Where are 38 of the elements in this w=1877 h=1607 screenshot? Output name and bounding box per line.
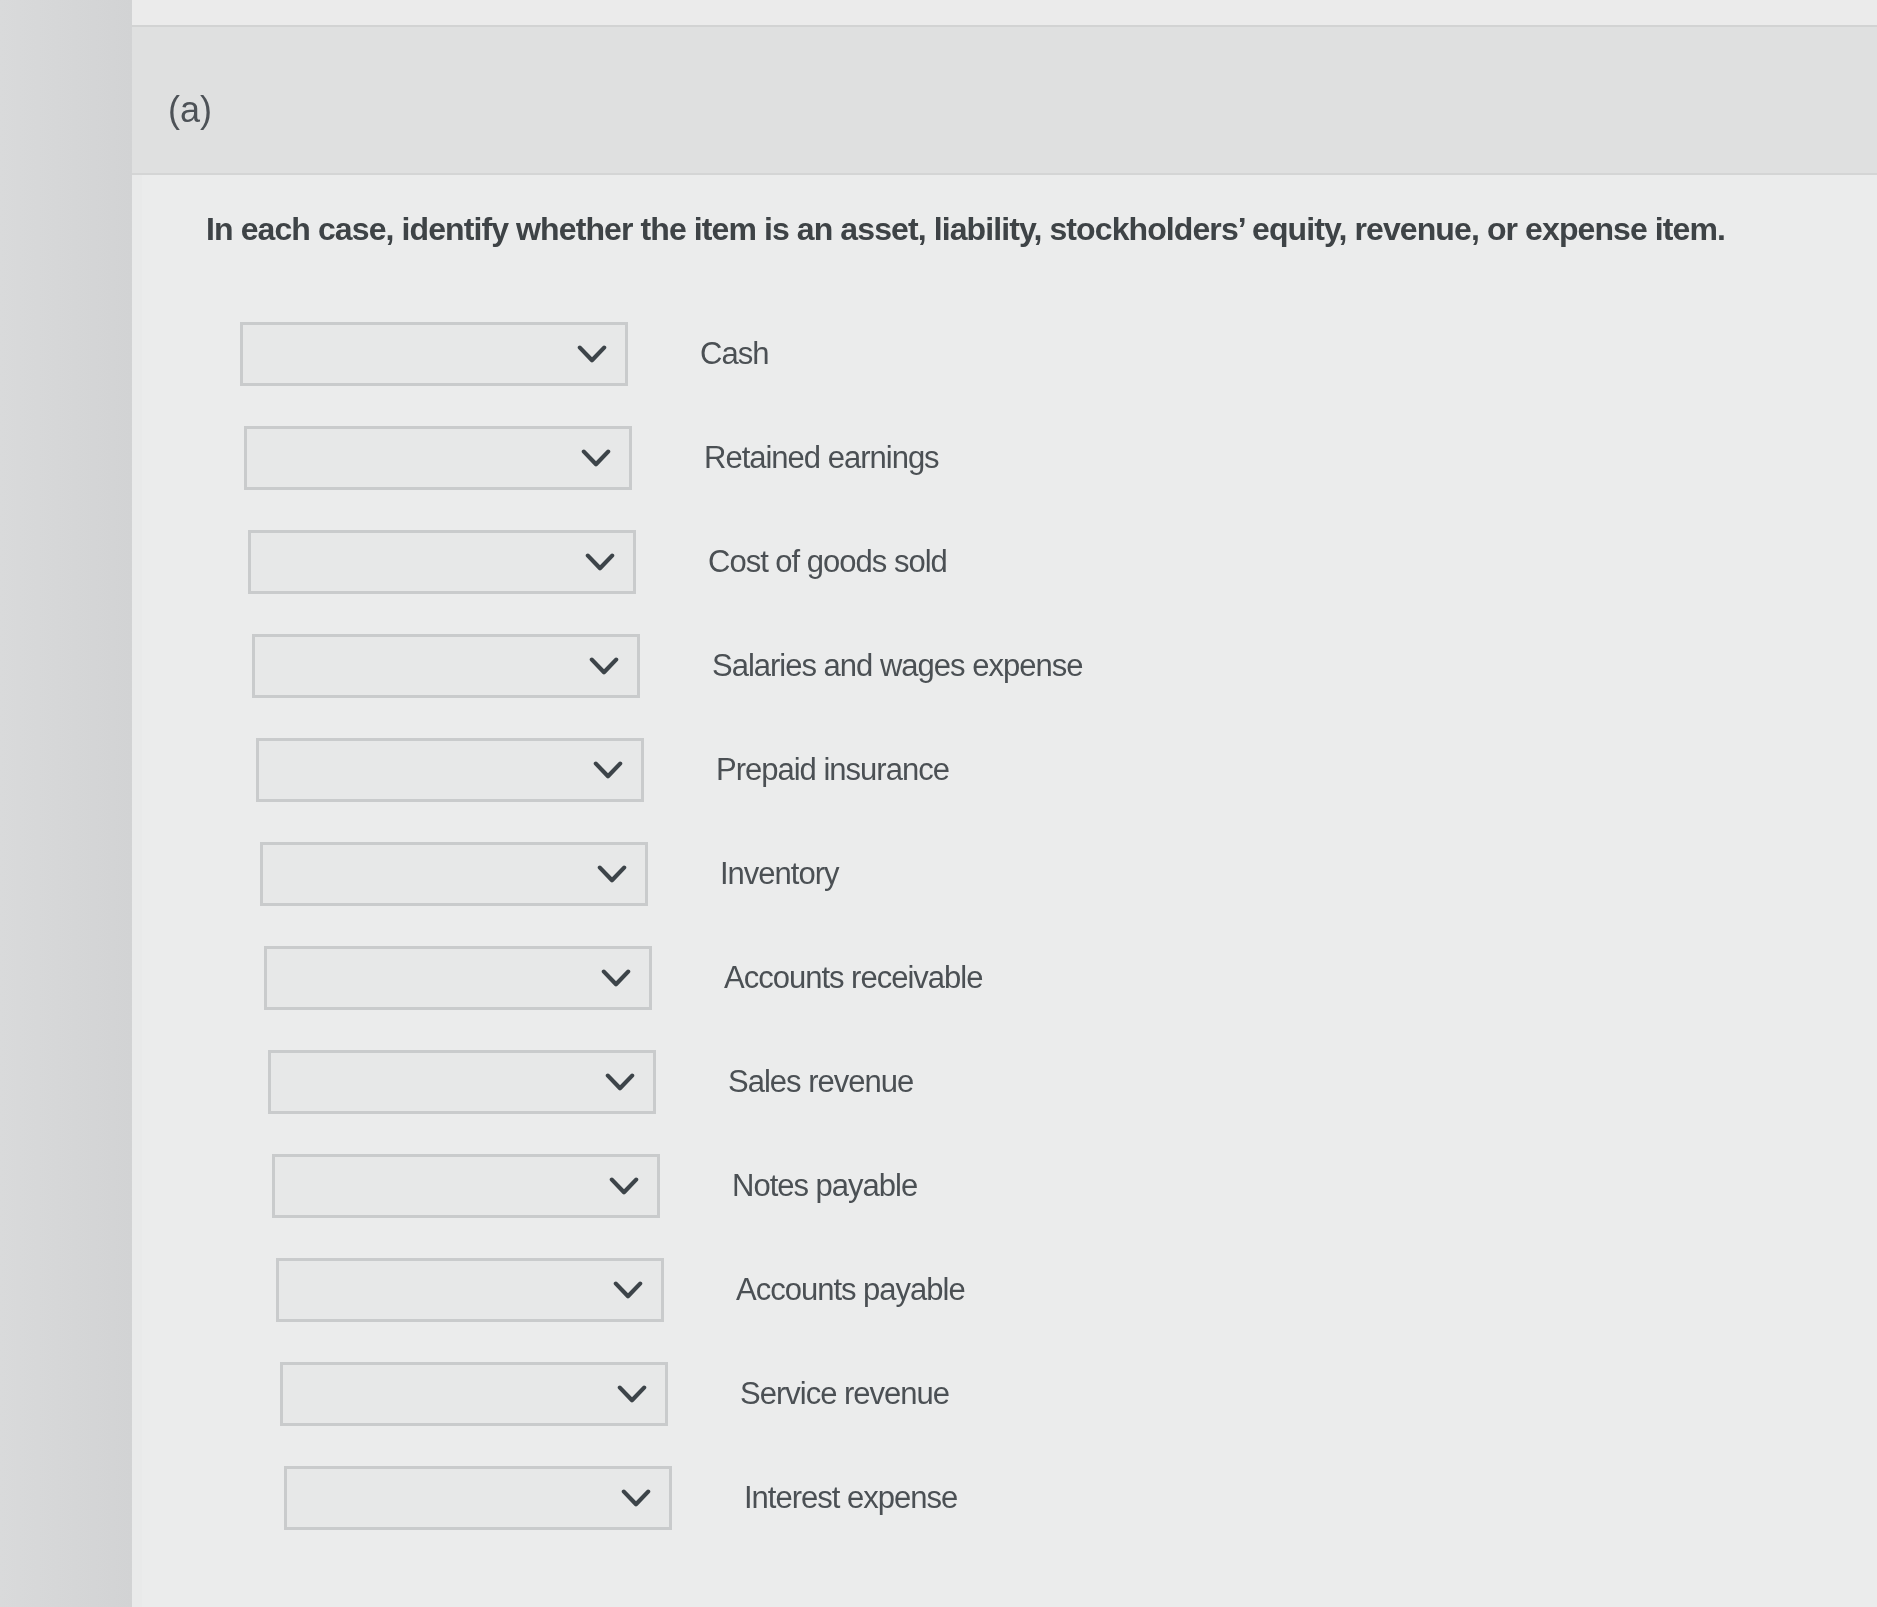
chevron-down-icon (609, 1176, 639, 1196)
chevron-down-icon (581, 448, 611, 468)
chevron-down-icon (597, 864, 627, 884)
item-label: Accounts receivable (724, 960, 983, 996)
chevron-down-icon (617, 1384, 647, 1404)
chevron-down-icon (589, 656, 619, 676)
chevron-down-icon (593, 760, 623, 780)
item-label: Inventory (720, 856, 839, 892)
dropdown-field[interactable] (244, 426, 632, 490)
item-label: Retained earnings (704, 440, 939, 476)
instruction-text: In each case, identify whether the item is an asset, liability, stockholders’ equity, revenue, or expense item. (206, 211, 1727, 248)
item-label: Accounts payable (736, 1272, 965, 1308)
chevron-down-icon (585, 552, 615, 572)
item-label: Sales revenue (728, 1064, 914, 1100)
item-label: Salaries and wages expense (712, 648, 1083, 684)
item-label: Cash (700, 336, 769, 372)
dropdown-field[interactable] (240, 322, 628, 386)
dropdown-field[interactable] (248, 530, 636, 594)
dropdown-field[interactable] (280, 1362, 668, 1426)
part-label: (a) (168, 89, 212, 130)
dropdown-field[interactable] (260, 842, 648, 906)
dropdown-field[interactable] (272, 1154, 660, 1218)
dropdown-field[interactable] (256, 738, 644, 802)
item-label: Notes payable (732, 1168, 918, 1204)
chevron-down-icon (601, 968, 631, 988)
dropdown-field[interactable] (284, 1466, 672, 1530)
chevron-down-icon (577, 344, 607, 364)
dropdown-field[interactable] (276, 1258, 664, 1322)
chevron-down-icon (605, 1072, 635, 1092)
item-label: Interest expense (744, 1480, 958, 1516)
item-label: Cost of goods sold (708, 544, 947, 580)
item-label: Prepaid insurance (716, 752, 949, 788)
chevron-down-icon (613, 1280, 643, 1300)
dropdown-field[interactable] (268, 1050, 656, 1114)
dropdown-field[interactable] (264, 946, 652, 1010)
chevron-down-icon (621, 1488, 651, 1508)
item-label: Service revenue (740, 1376, 949, 1412)
dropdown-field[interactable] (252, 634, 640, 698)
